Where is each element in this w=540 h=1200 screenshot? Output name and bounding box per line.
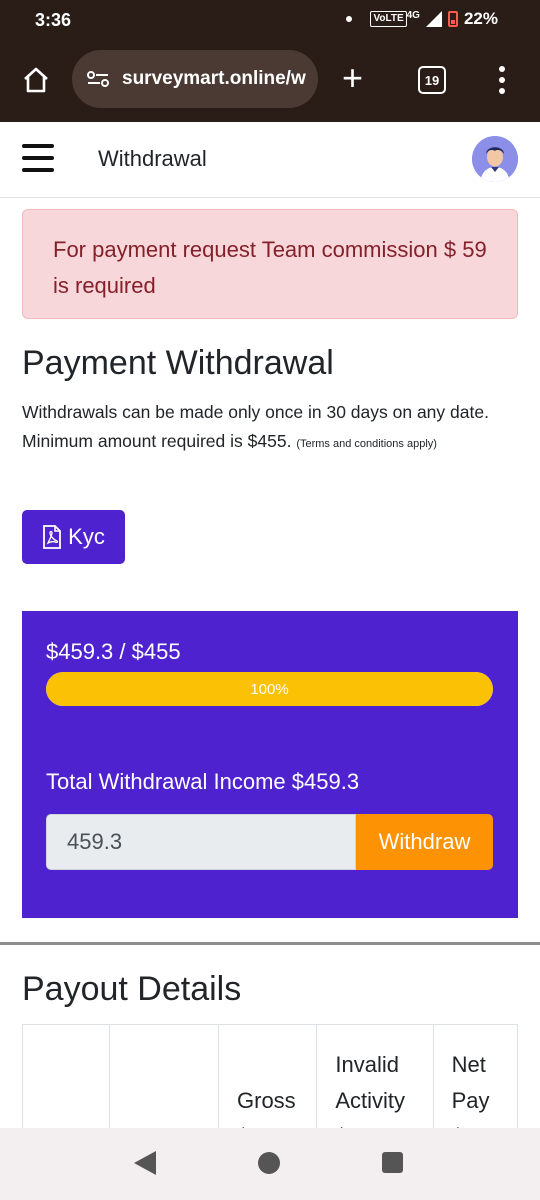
home-icon[interactable]: [22, 66, 50, 94]
withdrawal-description: Withdrawals can be made only once in 30 …: [22, 398, 502, 459]
browser-toolbar: surveymart.online/w + 19: [0, 40, 540, 122]
back-icon[interactable]: [134, 1151, 156, 1175]
column-header-mode: Mo: [108, 1025, 220, 1128]
terms-note: (Terms and conditions apply): [296, 438, 437, 450]
avatar[interactable]: [472, 136, 518, 182]
network-gen-label: 4G: [406, 9, 420, 21]
progress-label: 100%: [250, 680, 289, 698]
volte-icon: VoLTE: [370, 11, 407, 27]
amount-input[interactable]: [46, 814, 356, 870]
more-menu-icon[interactable]: [498, 66, 506, 94]
payment-withdrawal-heading: Payment Withdrawal: [22, 344, 334, 382]
withdraw-input-group: Withdraw: [46, 814, 493, 870]
status-time: 3:36: [35, 10, 72, 30]
recent-apps-icon[interactable]: [382, 1152, 403, 1173]
balance-ratio: $459.3 / $455: [46, 639, 181, 664]
column-header-gross: Gross $: [217, 1025, 318, 1128]
column-header-date: Date: [22, 1025, 110, 1128]
progress-bar: 100%: [46, 672, 493, 706]
address-bar[interactable]: surveymart.online/w: [72, 50, 318, 108]
site-settings-icon[interactable]: [86, 70, 110, 88]
payout-details-heading: Payout Details: [22, 970, 242, 1008]
system-nav-bar: [0, 1128, 540, 1200]
status-bar: 3:36 VoLTE 4G 22%: [0, 0, 540, 40]
column-header-invalid-activity: Invalid Activity $: [316, 1025, 434, 1128]
signal-icon: [425, 11, 442, 27]
battery-icon: [447, 11, 458, 27]
notification-dot-icon: [346, 16, 353, 22]
section-divider: [0, 942, 540, 945]
commission-alert: For payment request Team commission $ 59…: [22, 209, 518, 319]
hamburger-menu-icon[interactable]: [22, 144, 54, 172]
kyc-button[interactable]: Kyc: [22, 510, 125, 564]
new-tab-icon[interactable]: +: [342, 60, 363, 96]
page-title: Withdrawal: [98, 146, 207, 171]
column-header-net-pay: Net Pay $: [432, 1025, 518, 1128]
total-withdrawal-income: Total Withdrawal Income $459.3: [46, 769, 360, 794]
user-avatar-icon: [472, 136, 518, 182]
app-header: Withdrawal: [0, 122, 540, 198]
progress-fill: 100%: [46, 672, 493, 706]
url-text: surveymart.online/w: [122, 68, 306, 89]
home-circle-icon[interactable]: [258, 1152, 280, 1174]
tab-switcher-button[interactable]: 19: [418, 66, 446, 94]
status-icons: VoLTE 4G 22%: [346, 9, 498, 29]
pdf-file-icon: [43, 525, 62, 549]
withdraw-button[interactable]: Withdraw: [356, 814, 493, 870]
payout-table-scroll[interactable]: Date Mo Gross $ Invalid Activity $ Net P…: [22, 1024, 518, 1128]
withdraw-panel: $459.3 / $455 100% Total Withdrawal Inco…: [22, 611, 518, 918]
kyc-label: Kyc: [68, 524, 105, 549]
payout-table: Date Mo Gross $ Invalid Activity $ Net P…: [22, 1025, 518, 1128]
battery-percent: 22%: [463, 9, 498, 28]
